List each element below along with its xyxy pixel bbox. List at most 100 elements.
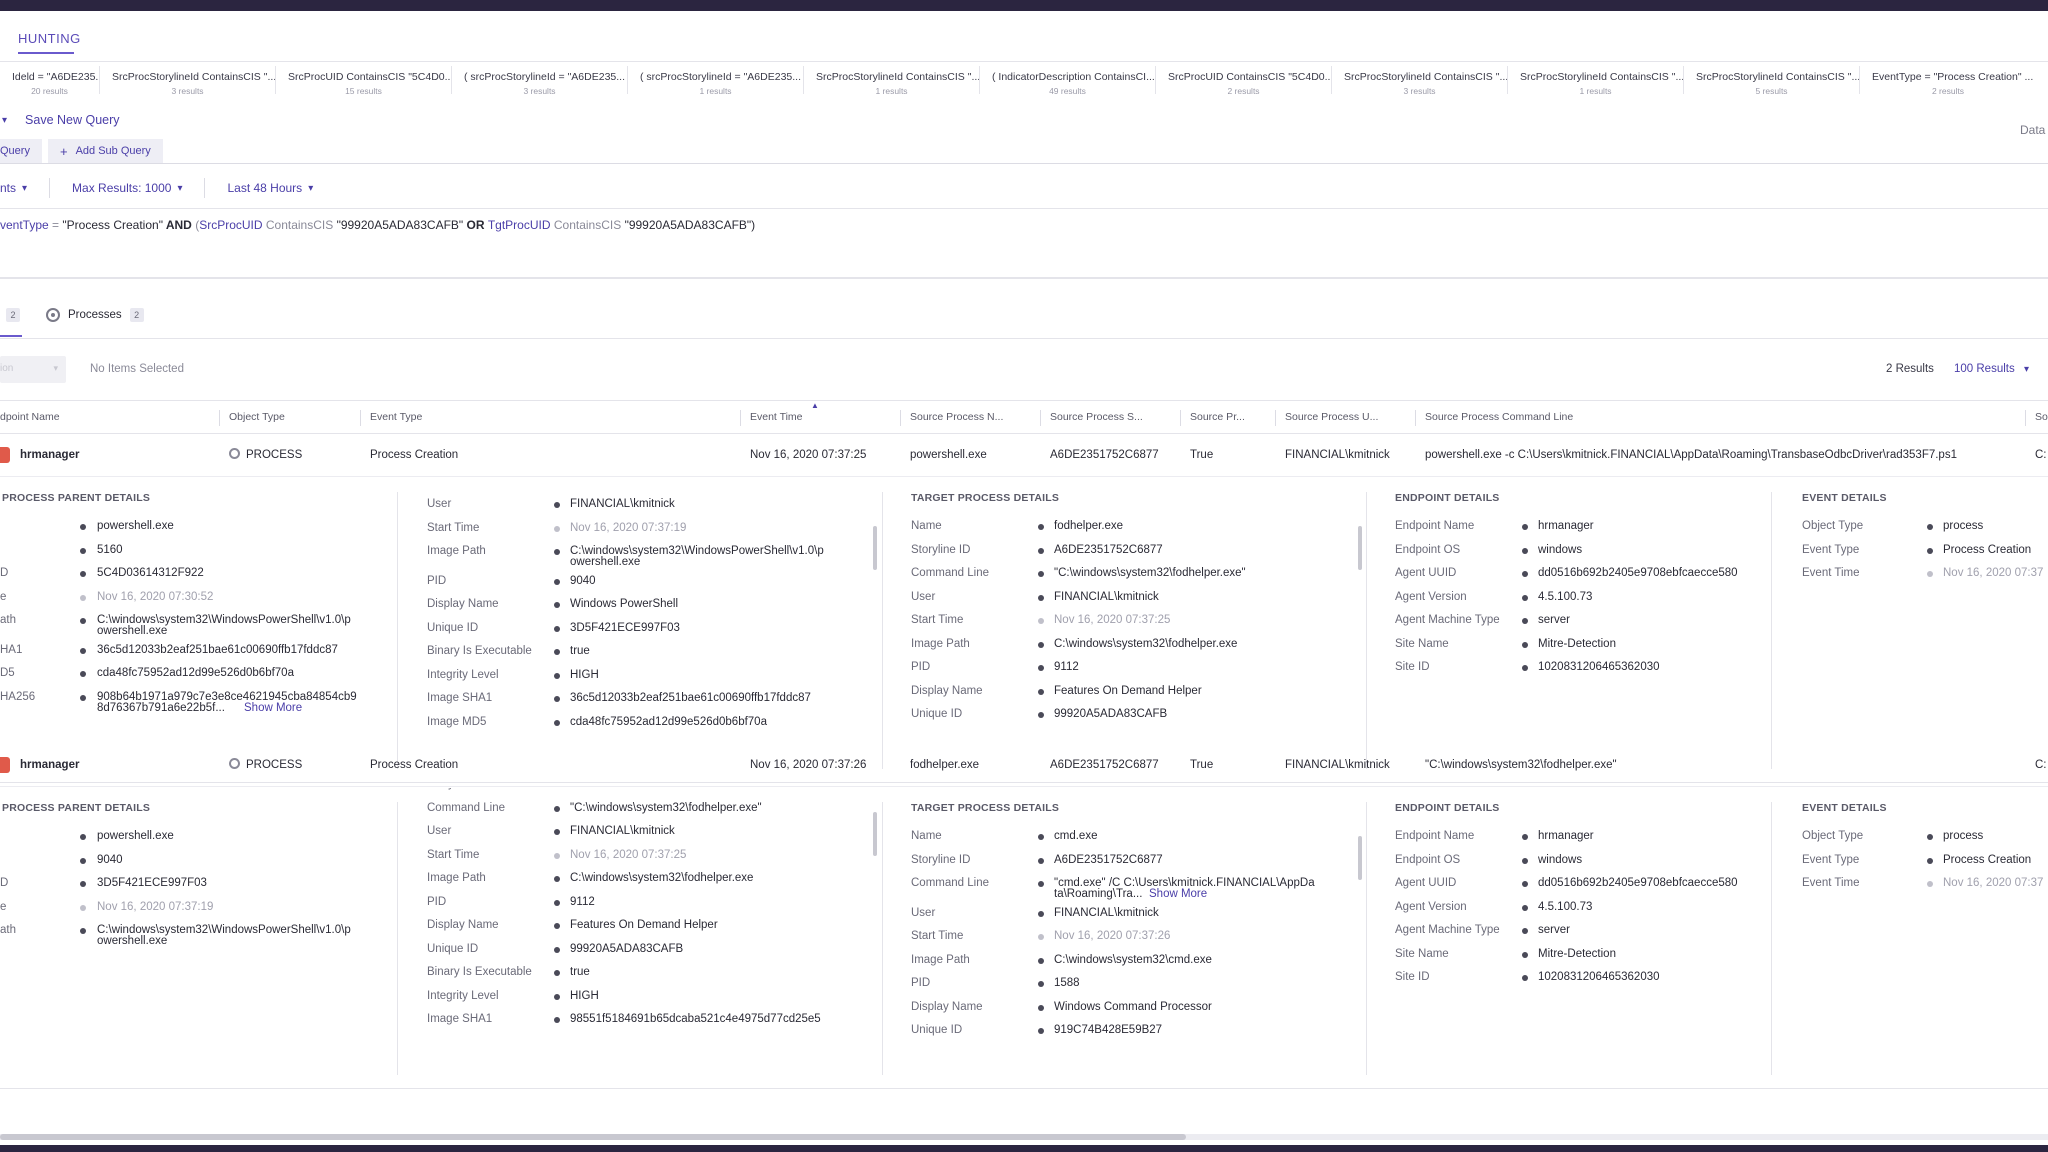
endpoint-field-value: dd0516b692b2405e9708ebfcaecce580: [1538, 567, 1738, 579]
column-separator[interactable]: [2025, 410, 2026, 426]
chevron-down-icon[interactable]: ▾: [2, 115, 7, 126]
selection-status: No Items Selected: [90, 363, 184, 375]
data-label[interactable]: Data: [2020, 123, 2045, 137]
chevron-down-icon: ▾: [22, 182, 28, 194]
target-field-label: PID: [911, 977, 931, 989]
column-header-event-type[interactable]: Event Type: [370, 401, 736, 434]
query-history-tab[interactable]: EventType = "Process Creation" ... 2 resu…: [1860, 66, 2036, 94]
query-history-tab[interactable]: SrcProcStorylineId ContainsCIS "... 5 res…: [1684, 66, 1860, 94]
column-header-source-process-storyline[interactable]: Source Process S...: [1050, 401, 1176, 434]
tab-processes[interactable]: Processes 2: [46, 308, 144, 322]
column-header-source-process-command-line[interactable]: Source Process Command Line: [1425, 401, 2021, 434]
active-tab-indicator: [0, 335, 22, 337]
column-separator[interactable]: [1040, 410, 1041, 426]
query-history-tab[interactable]: ( srcProcStorylineId = "A6DE235... 3 resu…: [452, 66, 628, 94]
column-separator[interactable]: [1180, 410, 1181, 426]
table-row[interactable]: hrmanager PROCESS Process Creation Nov 16, …: [0, 744, 2048, 787]
sort-ascending-icon[interactable]: ▲: [811, 401, 819, 410]
events-filter-label: nts: [0, 181, 17, 195]
bullet-icon: [1038, 1004, 1044, 1011]
column-header-source-process-pr[interactable]: Source Pr...: [1190, 401, 1271, 434]
cell-src-user: FINANCIAL\kmitnick: [1285, 759, 1390, 771]
bullet-icon: [554, 649, 560, 655]
source-field-value: Nov 16, 2020 07:37:19: [570, 521, 687, 534]
target-field-label: Unique ID: [911, 708, 963, 720]
cell-src-cmd: powershell.exe -c C:\Users\kmitnick.FINA…: [1425, 449, 1957, 461]
query-tab[interactable]: Query: [0, 139, 42, 163]
row-details-panel: PROCESS PARENT DETAILS powershell.exe 9040…: [0, 788, 2048, 1089]
results-per-page-dropdown[interactable]: 100 Results ▾: [1954, 363, 2029, 375]
query-history-tab[interactable]: SrcProcStorylineId ContainsCIS "... 3 res…: [100, 66, 276, 94]
bullet-icon: [1522, 857, 1528, 864]
query-editor[interactable]: ventType = "Process Creation" AND (SrcPr…: [0, 218, 755, 232]
source-field-value-cont: owershell.exe: [570, 556, 641, 568]
query-history-tab[interactable]: SrcProcStorylineId ContainsCIS "... 3 res…: [1332, 66, 1508, 94]
column-separator[interactable]: [740, 410, 741, 426]
parent-field-value-cont: owershell.exe: [97, 935, 168, 947]
query-history-tab[interactable]: Ideld = "A6DE235... 20 results: [0, 66, 100, 94]
column-separator[interactable]: [900, 410, 901, 426]
bullet-icon: [1038, 910, 1044, 917]
details-scrollbar[interactable]: [1358, 836, 1362, 880]
column-header-event-time[interactable]: Event Time: [750, 401, 896, 434]
cell-src-pr: True: [1190, 759, 1214, 771]
events-filter[interactable]: nts ▾: [0, 178, 51, 198]
query-history-tabs: Ideld = "A6DE235... 20 results SrcProcStor…: [0, 66, 2048, 100]
chevron-down-icon: ▾: [2023, 364, 2029, 375]
parent-field-label: D: [0, 567, 9, 579]
bullet-icon: [80, 694, 86, 701]
cell-endpoint[interactable]: hrmanager: [20, 434, 235, 477]
windows-endpoint-icon: [0, 447, 10, 463]
column-separator[interactable]: [219, 410, 220, 426]
table-row[interactable]: hrmanager PROCESS Process Creation Nov 16, …: [0, 434, 2048, 477]
query-history-results: 2 results: [1931, 86, 1965, 94]
column-separator[interactable]: [1275, 410, 1276, 426]
endpoint-field-value: Mitre-Detection: [1538, 947, 1616, 960]
actions-dropdown[interactable]: ion ▾: [0, 356, 66, 383]
cell-endpoint[interactable]: hrmanager: [20, 744, 235, 787]
show-more-link[interactable]: Show More: [244, 702, 302, 714]
cell-src-name: powershell.exe: [910, 449, 987, 461]
column-separator[interactable]: [360, 410, 361, 426]
column-header-source-process-name[interactable]: Source Process N...: [910, 401, 1036, 434]
query-history-tab[interactable]: SrcProcUID ContainsCIS "5C4D0... 15 resul…: [276, 66, 452, 94]
subquery-bar: Query + Add Sub Query: [0, 139, 169, 163]
panel-divider: [1366, 802, 1367, 1075]
query-history-tab[interactable]: SrcProcStorylineId ContainsCIS "... 1 res…: [1508, 66, 1684, 94]
details-scrollbar[interactable]: [873, 526, 877, 570]
endpoint-field-label: Endpoint Name: [1395, 520, 1475, 532]
bullet-icon: [1927, 524, 1933, 530]
query-history-tab[interactable]: ( srcProcStorylineId = "A6DE235... 1 resu…: [628, 66, 804, 94]
top-window-bar: [0, 0, 2048, 11]
gear-icon: [229, 758, 240, 769]
time-range-dropdown[interactable]: Last 48 Hours ▾: [205, 178, 335, 198]
event-field-label: Object Type: [1802, 520, 1864, 532]
events-tab-badge[interactable]: 2: [6, 308, 20, 322]
source-field-label: Binary Is Executable: [427, 966, 532, 978]
bullet-icon: [554, 549, 560, 555]
details-scrollbar[interactable]: [1358, 526, 1362, 570]
query-history-text: SrcProcStorylineId ContainsCIS "...: [1520, 71, 1684, 83]
time-range-label: Last 48 Hours: [227, 181, 303, 195]
event-field-value: Nov 16, 2020 07:37: [1943, 567, 2044, 579]
column-header-source-process-user[interactable]: Source Process U...: [1285, 401, 1411, 434]
details-scrollbar[interactable]: [873, 812, 877, 856]
save-new-query-button[interactable]: Save New Query: [25, 113, 119, 127]
bullet-icon: [1927, 881, 1933, 887]
query-history-tab[interactable]: ( IndicatorDescription ContainsCI... 49 r…: [980, 66, 1156, 94]
column-separator[interactable]: [1415, 410, 1416, 426]
panel-divider: [397, 492, 398, 769]
query-history-tab[interactable]: SrcProcUID ContainsCIS "5C4D0... 2 result…: [1156, 66, 1332, 94]
column-header-object-type[interactable]: Object Type: [229, 401, 356, 434]
query-history-tab[interactable]: SrcProcStorylineId ContainsCIS "... 1 res…: [804, 66, 980, 94]
show-more-link[interactable]: Show More: [1149, 888, 1207, 900]
query-history-text: SrcProcStorylineId ContainsCIS "...: [112, 71, 276, 83]
horizontal-scrollbar-thumb[interactable]: [0, 1134, 1186, 1140]
parent-field-value: cda48fc75952ad12d99e526d0b6bf70a: [97, 667, 294, 679]
max-results-dropdown[interactable]: Max Results: 1000 ▾: [50, 178, 206, 198]
bottom-window-bar: [0, 1145, 2048, 1152]
add-sub-query-button[interactable]: + Add Sub Query: [47, 139, 163, 163]
endpoint-field-value: hrmanager: [1538, 830, 1594, 842]
column-header-source-extra[interactable]: So: [2035, 401, 2048, 434]
column-header-endpoint-name[interactable]: dpoint Name: [0, 401, 215, 434]
